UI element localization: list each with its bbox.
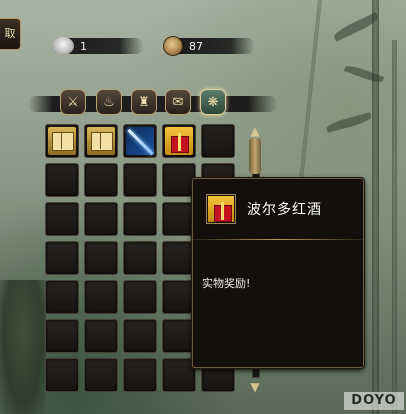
tab-armor[interactable]: ♜ xyxy=(131,89,157,115)
bamboo-decoration xyxy=(299,0,322,180)
inventory-slot[interactable] xyxy=(45,319,79,353)
currency-bar-bg xyxy=(64,38,144,54)
skill-book-icon[interactable] xyxy=(87,127,115,155)
silver-ingot-icon xyxy=(52,37,74,55)
gift-box-icon xyxy=(208,196,234,222)
silver-currency: 1 xyxy=(52,36,147,56)
inventory-slot[interactable] xyxy=(123,319,157,353)
inventory-slot[interactable] xyxy=(84,358,118,392)
retrieve-button[interactable]: 取 xyxy=(0,18,21,50)
inventory-slot[interactable] xyxy=(162,163,196,197)
scroll-icon: ✉ xyxy=(172,94,184,110)
inventory-slot[interactable] xyxy=(45,280,79,314)
misc-icon: ❋ xyxy=(207,94,219,110)
bamboo-decoration xyxy=(372,0,379,414)
inventory-slot[interactable] xyxy=(84,202,118,236)
item-tooltip: 波尔多红酒 实物奖励! xyxy=(192,178,364,368)
tab-misc[interactable]: ❋ xyxy=(200,89,226,115)
scroll-down-icon[interactable]: ▼ xyxy=(246,380,264,394)
bamboo-leaf xyxy=(325,112,373,133)
inventory-slot[interactable] xyxy=(45,163,79,197)
character-figure xyxy=(0,280,46,414)
inventory-slot[interactable] xyxy=(162,124,196,158)
inventory-slot[interactable] xyxy=(84,124,118,158)
scroll-thumb[interactable] xyxy=(249,138,261,174)
inventory-slot[interactable] xyxy=(84,241,118,275)
skill-book-icon[interactable] xyxy=(48,127,76,155)
copper-amount: 87 xyxy=(189,39,203,53)
inventory-slot[interactable] xyxy=(123,124,157,158)
gift-box-icon[interactable] xyxy=(165,127,193,155)
tooltip-item-slot xyxy=(206,194,236,224)
blue-sword-icon[interactable] xyxy=(126,127,154,155)
inventory-slot[interactable] xyxy=(162,358,196,392)
inventory-slot[interactable] xyxy=(84,163,118,197)
tab-consumables[interactable]: ♨ xyxy=(96,89,122,115)
inventory-slot[interactable] xyxy=(45,358,79,392)
tab-scrolls[interactable]: ✉ xyxy=(165,89,191,115)
copper-coin-icon xyxy=(163,36,183,56)
tooltip-divider xyxy=(193,239,363,240)
inventory-slot[interactable] xyxy=(45,241,79,275)
watermark-logo: DOYO xyxy=(344,392,404,410)
sword-icon: ⚔ xyxy=(67,94,79,110)
inventory-slot[interactable] xyxy=(45,124,79,158)
inventory-slot[interactable] xyxy=(123,163,157,197)
tooltip-item-name: 波尔多红酒 xyxy=(247,202,322,218)
inventory-slot[interactable] xyxy=(123,280,157,314)
inventory-slot[interactable] xyxy=(162,319,196,353)
tooltip-description: 实物奖励! xyxy=(202,277,251,290)
inventory-slot[interactable] xyxy=(201,124,235,158)
armor-icon: ♜ xyxy=(138,94,150,110)
inventory-slot[interactable] xyxy=(123,202,157,236)
inventory-slot[interactable] xyxy=(84,319,118,353)
copper-currency: 87 xyxy=(163,36,258,56)
tab-weapons[interactable]: ⚔ xyxy=(60,89,86,115)
inventory-slot[interactable] xyxy=(123,241,157,275)
currency-bar-bg xyxy=(175,38,255,54)
scroll-up-icon[interactable]: ▲ xyxy=(246,124,264,138)
silver-amount: 1 xyxy=(80,39,87,53)
inventory-slot[interactable] xyxy=(162,202,196,236)
inventory-slot[interactable] xyxy=(162,241,196,275)
inventory-slot[interactable] xyxy=(162,280,196,314)
inventory-slot[interactable] xyxy=(45,202,79,236)
inventory-slot[interactable] xyxy=(84,280,118,314)
bamboo-decoration xyxy=(392,40,397,414)
inventory-slot[interactable] xyxy=(123,358,157,392)
potion-icon: ♨ xyxy=(103,94,115,110)
